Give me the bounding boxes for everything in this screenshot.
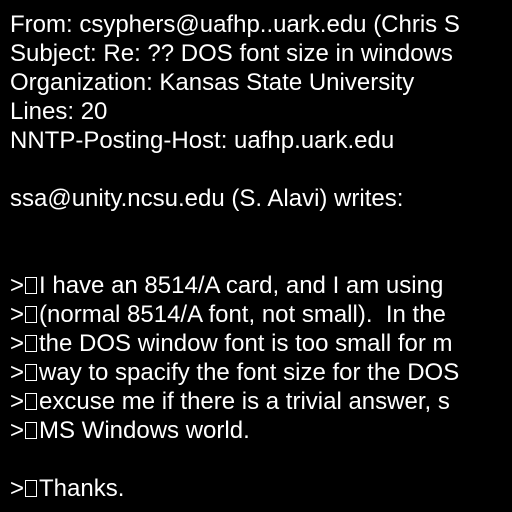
header-subject: Subject: Re: ?? DOS font size in windows	[10, 40, 453, 67]
closing-text: Thanks.	[39, 475, 125, 502]
quoted-line: > MS Windows world.	[10, 416, 250, 445]
quoted-text: the DOS window font is too small for m	[39, 330, 453, 357]
quoted-line: > I have an 8514/A card, and I am using	[10, 271, 443, 300]
closing-line: > Thanks.	[10, 474, 124, 503]
quote-marker: >	[10, 359, 25, 386]
header-nntp-posting-host: NNTP-Posting-Host: uafhp.uark.edu	[10, 127, 395, 154]
quote-marker: >	[10, 417, 25, 444]
tab-char-box-icon	[25, 335, 38, 352]
header-organization: Organization: Kansas State University	[10, 69, 415, 96]
quoted-text: way to spacify the font size for the DOS	[39, 359, 460, 386]
quoted-line: > way to spacify the font size for the DO…	[10, 358, 459, 387]
quoted-text: (normal 8514/A font, not small). In the	[39, 301, 446, 328]
quote-marker: >	[10, 330, 25, 357]
quoted-line: > the DOS window font is too small for m	[10, 329, 453, 358]
quoted-line: > excuse me if there is a trivial answer,…	[10, 387, 450, 416]
tab-char-box-icon	[25, 480, 38, 497]
tab-char-box-icon	[25, 422, 38, 439]
terminal-screen: From: csyphers@uafhp..uark.edu (Chris S …	[0, 0, 512, 512]
attribution-line: ssa@unity.ncsu.edu (S. Alavi) writes:	[10, 185, 404, 212]
tab-char-box-icon	[25, 306, 38, 323]
quoted-line: > (normal 8514/A font, not small). In the	[10, 300, 446, 329]
quoted-text: MS Windows world.	[39, 417, 250, 444]
quote-marker: >	[10, 388, 25, 415]
header-from: From: csyphers@uafhp..uark.edu (Chris S	[10, 11, 460, 38]
quoted-text: I have an 8514/A card, and I am using	[39, 272, 444, 299]
quote-marker: >	[10, 272, 25, 299]
tab-char-box-icon	[25, 277, 38, 294]
quoted-text: excuse me if there is a trivial answer, …	[39, 388, 450, 415]
tab-char-box-icon	[25, 393, 38, 410]
tab-char-box-icon	[25, 364, 38, 381]
quote-marker: >	[10, 301, 25, 328]
quote-marker: >	[10, 475, 25, 502]
header-lines: Lines: 20	[10, 98, 108, 125]
